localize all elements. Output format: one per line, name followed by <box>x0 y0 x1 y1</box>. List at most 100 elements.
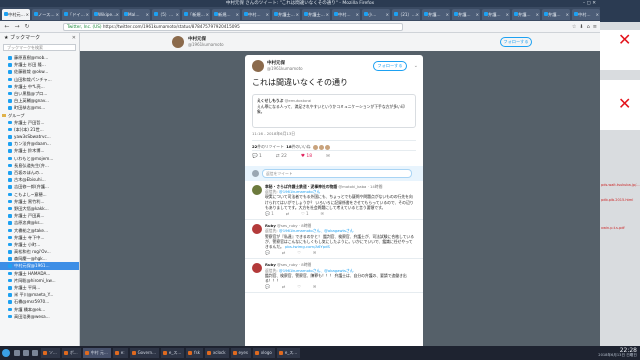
close-tab-icon[interactable]: × <box>356 9 359 20</box>
like-action[interactable]: ♡ <box>297 284 301 289</box>
window-controls[interactable]: – ▢ ✕ <box>583 0 596 7</box>
taskbar-task[interactable]: xlogo <box>252 348 275 358</box>
reply-avatar[interactable] <box>252 263 262 274</box>
close-tab-icon[interactable]: × <box>536 9 539 20</box>
quoted-tweet[interactable]: えくせしもうぶ @emutostorai えん罪になる人って、満足されやすいとい… <box>252 94 416 128</box>
browser-tab[interactable]: 弁護… × <box>422 8 450 20</box>
bookmark-item[interactable]: 白い黒猫@プロ... <box>0 90 79 97</box>
bookmark-item[interactable]: 弁護士 戸田真... <box>0 212 79 219</box>
bookmark-item[interactable]: 弁護士 鈴木博... <box>0 147 79 154</box>
browser-tab[interactable]: 「ドイ… × <box>62 8 90 20</box>
reply-tweet[interactable]: Ruby @ses_ruby · 8時間 返信先: @1961kumamotoさん… <box>245 259 423 294</box>
bookmark-item[interactable]: いわもと@mojem... <box>0 155 79 162</box>
bookmark-item[interactable]: 高松和也 rogi'Ov... <box>0 248 79 255</box>
taskbar-task[interactable]: e_ス... <box>160 348 185 358</box>
reply-link[interactable]: pbs.twimg.com/A6YpdS <box>285 244 330 249</box>
close-tab-icon[interactable]: × <box>176 9 179 20</box>
bookmark-item[interactable]: 白上英輔@gnav... <box>0 97 79 104</box>
close-tab-icon[interactable]: × <box>506 9 509 20</box>
tweet-avatar[interactable] <box>252 60 264 72</box>
browser-tab[interactable]: 新規… × <box>212 8 240 20</box>
bookmark-item[interactable]: カン法弁@daam... <box>0 140 79 147</box>
taskbar-task[interactable]: ボ... <box>61 348 81 358</box>
dm-action[interactable]: ✉ <box>326 154 330 159</box>
close-tab-icon[interactable]: × <box>26 9 29 20</box>
reload-button[interactable]: ↻ <box>23 23 31 31</box>
star-icon[interactable]: ☆ <box>572 24 576 30</box>
taskbar-task[interactable]: xclock <box>204 348 229 358</box>
reply-input[interactable]: 返信をツイート <box>262 169 412 178</box>
browser-tab[interactable]: 中村元… × <box>2 8 30 20</box>
close-tab-icon[interactable]: × <box>56 9 59 20</box>
bookmark-item[interactable]: 弁護士 小町... <box>0 241 79 248</box>
browser-tab[interactable]: 弁護士… × <box>272 8 300 20</box>
bookmark-item[interactable]: 弁護 橋本@ek... <box>0 306 79 313</box>
retweet-action[interactable]: ⇄ <box>282 250 285 255</box>
chevron-down-icon[interactable]: ⌄ <box>414 63 418 69</box>
browser-tab[interactable]: Wikipe… × <box>92 8 120 20</box>
bookmark-folder[interactable]: グループ <box>0 112 79 119</box>
likes-label[interactable]: 件のいいね <box>292 144 311 149</box>
bookmark-item[interactable]: 中村元保@1961... <box>0 262 79 270</box>
taskbar-task[interactable]: e_ス... <box>276 348 301 358</box>
retweet-action[interactable]: ⇄ 22 <box>276 154 287 159</box>
browser-tab[interactable]: 弁護… × <box>482 8 510 20</box>
tweet-timestamp[interactable]: 11:16 - 2018年6月13日 <box>245 128 423 140</box>
reply-avatar[interactable] <box>252 185 262 195</box>
browser-tab[interactable]: （5）… × <box>152 8 180 20</box>
browser-tab[interactable]: 中村… × <box>332 8 360 20</box>
liker-avatar[interactable] <box>312 144 318 150</box>
bookmark-item[interactable]: 長島弘道先生(弁... <box>0 162 79 169</box>
reply-tweet[interactable]: Ruby @ses_ruby · 8時間 返信先: @1961kumamotoさん… <box>245 220 423 260</box>
dm-action[interactable]: ✉ <box>321 211 324 216</box>
close-tab-icon[interactable]: × <box>476 9 479 20</box>
browser-tab[interactable]: 弁護… × <box>542 8 570 20</box>
close-tab-icon[interactable]: × <box>326 9 329 20</box>
bookmark-item[interactable]: 佐藤雅哉 @okw... <box>0 68 79 75</box>
bookmark-item[interactable]: 吉田修一郎(弁護... <box>0 183 79 190</box>
bookmark-item[interactable]: 石橋@msr5970... <box>0 298 79 305</box>
reply-action[interactable]: 💬 <box>265 284 270 289</box>
launcher-icon[interactable] <box>23 350 29 356</box>
profile-avatar[interactable] <box>172 36 184 48</box>
browser-tab[interactable]: 弁護士… × <box>302 8 330 20</box>
back-button[interactable]: ← <box>3 23 11 31</box>
home-icon[interactable]: ⌂ <box>587 24 590 30</box>
taskbar-task[interactable]: fsk <box>186 348 203 358</box>
browser-tab[interactable]: 弁護… × <box>512 8 540 20</box>
browser-tab[interactable]: 中村… × <box>572 8 600 20</box>
close-tab-icon[interactable]: × <box>296 9 299 20</box>
bookmark-item[interactable]: (本)(本) 21世... <box>0 126 79 133</box>
reply-action[interactable]: 💬 1 <box>265 211 274 216</box>
browser-tab[interactable]: 「新規… × <box>182 8 210 20</box>
bookmark-item[interactable]: 弁護士 杉田 隆... <box>0 61 79 68</box>
bookmark-item[interactable]: yaw3sSbwatrvc... <box>0 133 79 140</box>
browser-tab[interactable]: ノース… × <box>32 8 60 20</box>
close-tab-icon[interactable]: × <box>566 9 569 20</box>
retweets-label[interactable]: 件のリツイート <box>257 144 284 149</box>
close-tab-icon[interactable]: × <box>206 9 209 20</box>
retweet-action[interactable]: ⇄ <box>282 284 285 289</box>
start-menu-icon[interactable] <box>2 349 10 357</box>
site-identity[interactable]: Twitter, Inc. (US) <box>67 24 102 29</box>
browser-tab[interactable]: 小… × <box>362 8 390 20</box>
bookmark-item[interactable]: 片岡聡@hiromi_kw... <box>0 277 79 284</box>
close-tab-icon[interactable]: × <box>86 9 89 20</box>
close-tab-icon[interactable]: × <box>446 9 449 20</box>
retweet-action[interactable]: ⇄ <box>286 211 289 216</box>
like-action[interactable]: ♡ 1 <box>301 211 308 216</box>
bookmark-item[interactable]: 弁護士 中*L亮... <box>0 83 79 90</box>
liker-avatar[interactable] <box>324 144 330 150</box>
close-tab-icon[interactable]: × <box>386 9 389 20</box>
reply-time[interactable]: · 14時間 <box>368 184 383 189</box>
bookmark-item[interactable]: 森岡慶一@hgk... <box>0 255 79 262</box>
liker-avatar[interactable] <box>318 144 324 150</box>
tweet-follow-button[interactable]: フォローする <box>373 61 407 71</box>
url-bar[interactable]: Twitter, Inc. (US) https://twitter.com/1… <box>63 22 403 31</box>
taskbar-task[interactable]: Govern... <box>129 348 159 358</box>
close-tab-icon[interactable]: × <box>416 9 419 20</box>
taskbar-task[interactable]: e: <box>112 348 128 358</box>
bookmark-item[interactable]: 山田和哉パンチャ... <box>0 76 79 83</box>
bookmark-item[interactable]: 弁護士 寺下中... <box>0 234 79 241</box>
dm-action[interactable]: ✉ <box>313 284 316 289</box>
